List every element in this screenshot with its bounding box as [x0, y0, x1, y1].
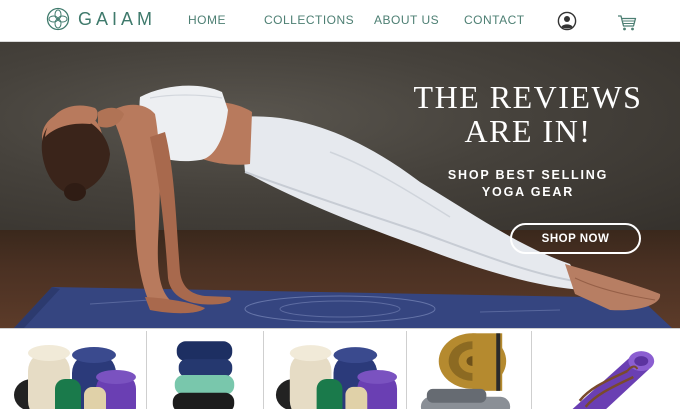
hero-banner: THE REVIEWS ARE IN! SHOP BEST SELLING YO… — [0, 42, 680, 328]
shop-now-button[interactable]: SHOP NOW — [510, 223, 641, 254]
rolled-yoga-mats-image — [420, 333, 511, 409]
cart-icon[interactable] — [617, 13, 637, 33]
hero-subheading: SHOP BEST SELLING YOGA GEAR — [430, 167, 626, 201]
product-card-mats[interactable] — [406, 331, 528, 409]
folded-yoga-towels-image — [172, 341, 235, 409]
product-thumbnail-strip — [0, 328, 680, 409]
nav-about-us[interactable]: ABOUT US — [374, 13, 439, 27]
user-icon[interactable] — [557, 11, 577, 31]
product-card-straps-2[interactable] — [263, 331, 403, 409]
yoga-straps-bundle-image — [275, 345, 398, 409]
product-card-purple-mat[interactable] — [531, 331, 680, 409]
hero-headline: THE REVIEWS ARE IN! — [380, 80, 676, 148]
brand-logo[interactable]: GAIAM — [46, 6, 156, 32]
hero-headline-line2: ARE IN! — [464, 113, 592, 149]
nav-home[interactable]: HOME — [188, 13, 226, 27]
purple-yoga-mat-with-strap-image — [572, 351, 655, 409]
nav-contact[interactable]: CONTACT — [464, 13, 525, 27]
hero-headline-line1: THE REVIEWS — [413, 79, 643, 115]
product-card-towels[interactable] — [146, 331, 260, 409]
yoga-straps-bundle-image — [14, 345, 136, 409]
gaiam-logo-icon — [46, 7, 70, 31]
top-navigation: GAIAM HOME COLLECTIONS ABOUT US CONTACT — [0, 0, 680, 42]
hero-subheading-line1: SHOP BEST SELLING — [447, 168, 609, 182]
nav-collections[interactable]: COLLECTIONS — [264, 13, 354, 27]
hero-subheading-line2: YOGA GEAR — [481, 185, 575, 199]
brand-name: GAIAM — [78, 8, 157, 29]
product-card-straps-1[interactable] — [0, 331, 143, 409]
